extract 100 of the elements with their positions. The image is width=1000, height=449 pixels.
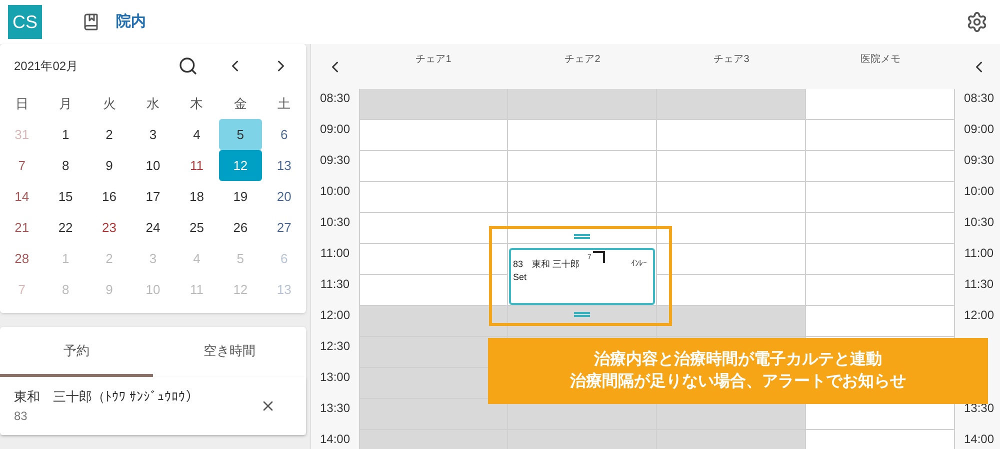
calendar-day[interactable]: 8 [44,150,88,181]
time-label: 13:30 [320,400,350,414]
tab[interactable]: 予約 [0,327,153,377]
time-label: 10:30 [320,214,350,228]
time-slot[interactable] [806,213,955,244]
time-slot[interactable] [657,244,806,275]
appointment-patient: 83 東和 三十郎 [513,258,580,271]
time-label: 09:00 [320,121,350,135]
time-label: 08:30 [964,90,994,104]
time-slot[interactable] [359,399,508,430]
column-header: チェア2 [564,53,600,67]
weekday-label: 水 [146,94,160,113]
column-header: 医院メモ [860,52,900,67]
time-label: 09:30 [320,152,350,166]
settings-icon[interactable] [966,11,988,33]
time-slot[interactable] [657,89,806,120]
time-label: 11:00 [964,245,994,259]
calendar-day[interactable]: 6 [262,119,306,150]
weekday-label: 月 [59,94,72,113]
time-label: 09:00 [964,121,994,135]
month-label: 2021年02月 [14,58,78,75]
calendar-day[interactable]: 9 [87,150,132,181]
time-label: 12:30 [320,338,350,352]
appointment-tag: ｲﾝﾚｰ [631,258,647,270]
time-slot[interactable] [359,275,508,306]
calendar-day[interactable]: 1 [44,119,88,150]
time-slot[interactable] [508,120,657,151]
calendar-day[interactable]: 14 [0,181,44,212]
tab[interactable]: 空き時間 [153,327,306,377]
time-slot[interactable] [806,182,955,213]
calendar-day[interactable]: 10 [131,150,175,181]
calendar-day[interactable]: 19 [218,181,262,212]
weekday-label: 日 [15,94,28,113]
calendar-day[interactable]: 28 [0,243,44,274]
calendar-day[interactable]: 22 [44,212,88,243]
drag-handle-icon[interactable] [574,234,590,239]
calendar-day[interactable]: 27 [262,212,306,243]
patient-number: 83 [14,408,28,424]
weekday-label: 木 [190,94,204,113]
calendar-day[interactable]: 23 [87,212,132,243]
time-slot[interactable] [806,306,955,337]
calendar-day[interactable]: 7 [0,150,44,181]
calendar-day[interactable]: 4 [174,119,219,150]
time-slot[interactable] [359,120,508,151]
column-header: チェア3 [714,53,750,67]
time-label: 12:00 [964,307,994,321]
calendar-day[interactable]: 12 [218,150,262,181]
calendar-day[interactable]: 26 [218,212,262,243]
time-slot[interactable] [508,151,657,182]
patient-name: 東和 三十郎（ﾄｳﾜ ｻﾝｼﾞｭｳﾛｳ） [14,388,199,406]
calendar-day[interactable]: 3 [131,119,175,150]
time-slot[interactable] [359,151,508,182]
book-icon [82,13,100,31]
time-slot[interactable] [657,151,806,182]
time-slot[interactable] [806,120,955,151]
time-slot[interactable] [657,213,806,244]
callout-text: 治療内容と治療時間が電子カルテと連動 [594,349,882,370]
page-title: 院内 [116,12,146,32]
weekday-label: 火 [102,94,116,113]
calendar-day[interactable]: 5 [218,119,262,150]
time-label: 10:00 [320,183,350,197]
time-label: 09:30 [964,152,994,166]
time-slot[interactable] [359,182,508,213]
callout-text: 治療間隔が足りない場合、アラートでお知らせ [570,371,906,392]
calendar-day[interactable]: 20 [262,181,306,212]
calendar-day[interactable]: 17 [131,181,175,212]
calendar-day[interactable]: 21 [0,212,44,243]
time-slot[interactable] [359,89,508,120]
time-label: 13:00 [320,369,350,383]
time-slot[interactable] [508,89,657,120]
time-label: 08:30 [320,90,350,104]
time-slot[interactable] [657,182,806,213]
calendar-day[interactable]: 11 [174,150,219,181]
weekday-label: 金 [234,94,247,113]
time-label: 11:00 [320,245,350,259]
calendar-day[interactable]: 25 [174,212,219,243]
calendar-day[interactable]: 15 [44,181,88,212]
time-label: 10:00 [964,183,994,197]
time-slot[interactable] [657,306,806,337]
calendar-day[interactable]: 13 [262,150,306,181]
time-slot[interactable] [806,151,955,182]
calendar-day[interactable]: 2 [87,119,132,150]
time-slot[interactable] [359,306,508,337]
calendar-day[interactable]: 16 [87,181,132,212]
time-label: 14:00 [964,431,994,445]
time-slot[interactable] [806,275,955,306]
time-slot[interactable] [508,182,657,213]
column-header: チェア1 [416,53,452,67]
calendar-day[interactable]: 18 [174,181,219,212]
time-slot[interactable] [806,89,955,120]
time-label: 14:00 [320,431,350,445]
time-slot[interactable] [657,120,806,151]
app-logo: CS [8,5,42,39]
search-icon[interactable] [178,56,198,76]
time-slot[interactable] [806,244,955,275]
appointment-note: Set [513,272,528,282]
time-slot[interactable] [359,244,508,275]
calendar-day[interactable]: 24 [131,212,175,243]
time-slot[interactable] [657,275,806,306]
time-slot[interactable] [359,213,508,244]
